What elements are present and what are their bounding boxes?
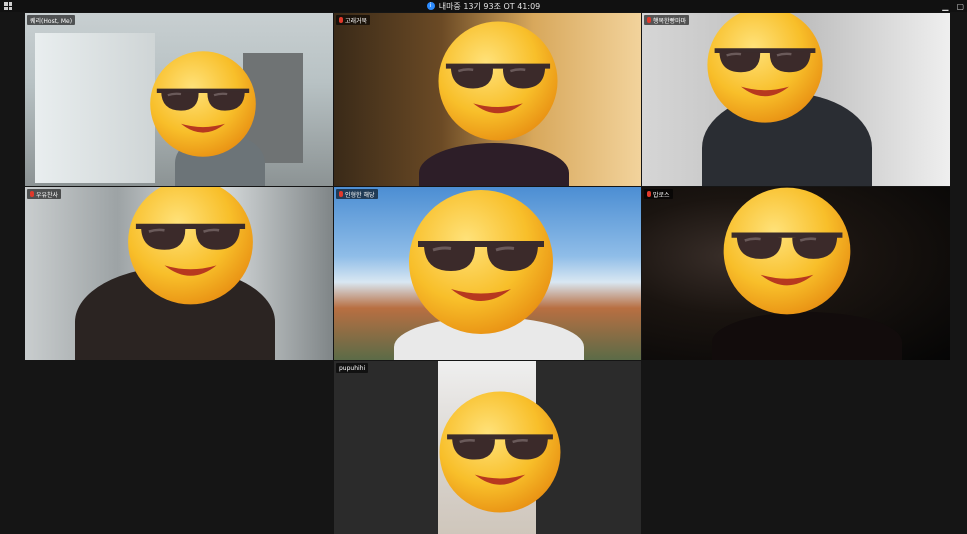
sunglasses-face-icon (145, 49, 261, 159)
participant-name-tag: 우유찬사 (27, 189, 62, 199)
fullscreen-icon[interactable]: ▢ (956, 2, 964, 11)
sunglasses-face-icon (437, 383, 563, 521)
sunglasses-face-icon (123, 187, 258, 307)
meeting-top-bar: i 내마중 13기 93조 OT 41:09 ▁ ▢ (0, 0, 967, 12)
window-controls: ▁ ▢ (942, 0, 964, 12)
participant-name-tag: 퀘리(Host, Me) (27, 15, 76, 25)
video-tile[interactable]: 고래거북 (334, 13, 641, 186)
meeting-info: i 내마중 13기 93조 OT 41:09 (0, 0, 967, 12)
participant-name: pupuhihi (339, 364, 366, 372)
mic-muted-icon (339, 191, 343, 197)
mic-muted-icon (339, 17, 343, 23)
mic-muted-icon (647, 191, 651, 197)
sunglasses-face-icon (402, 187, 560, 337)
video-tile[interactable]: 인형한 해당 (334, 187, 641, 360)
participant-name-tag: 밥로스 (644, 189, 673, 199)
sunglasses-face-icon (700, 13, 830, 125)
video-tile[interactable]: 밥로스 (642, 187, 950, 360)
participant-name: 밥로스 (653, 191, 670, 199)
sunglasses-face-icon (434, 19, 562, 143)
mic-muted-icon (30, 191, 34, 197)
minimize-icon[interactable]: ▁ (942, 2, 948, 11)
sunglasses-face-icon (720, 187, 854, 317)
video-tile[interactable]: 퀘리(Host, Me) (25, 13, 333, 186)
participant-name: 인형한 해당 (345, 191, 375, 199)
participant-name-tag: 인형한 해당 (336, 189, 378, 199)
participant-name-tag: pupuhihi (336, 363, 369, 373)
participant-name-tag: 행복한빵마마 (644, 15, 690, 25)
participant-name: 퀘리(Host, Me) (30, 17, 73, 25)
info-icon[interactable]: i (426, 2, 435, 10)
participant-name: 우유찬사 (36, 191, 59, 199)
video-tile[interactable]: pupuhihi (334, 361, 641, 534)
participant-name-tag: 고래거북 (336, 15, 371, 25)
mic-muted-icon (647, 17, 651, 23)
video-tile[interactable]: 우유찬사 (25, 187, 333, 360)
video-tile[interactable]: 행복한빵마마 (642, 13, 950, 186)
participant-name: 행복한빵마마 (653, 17, 687, 25)
meeting-title: 내마중 13기 93조 OT 41:09 (438, 1, 541, 11)
participant-name: 고래거북 (345, 17, 368, 25)
